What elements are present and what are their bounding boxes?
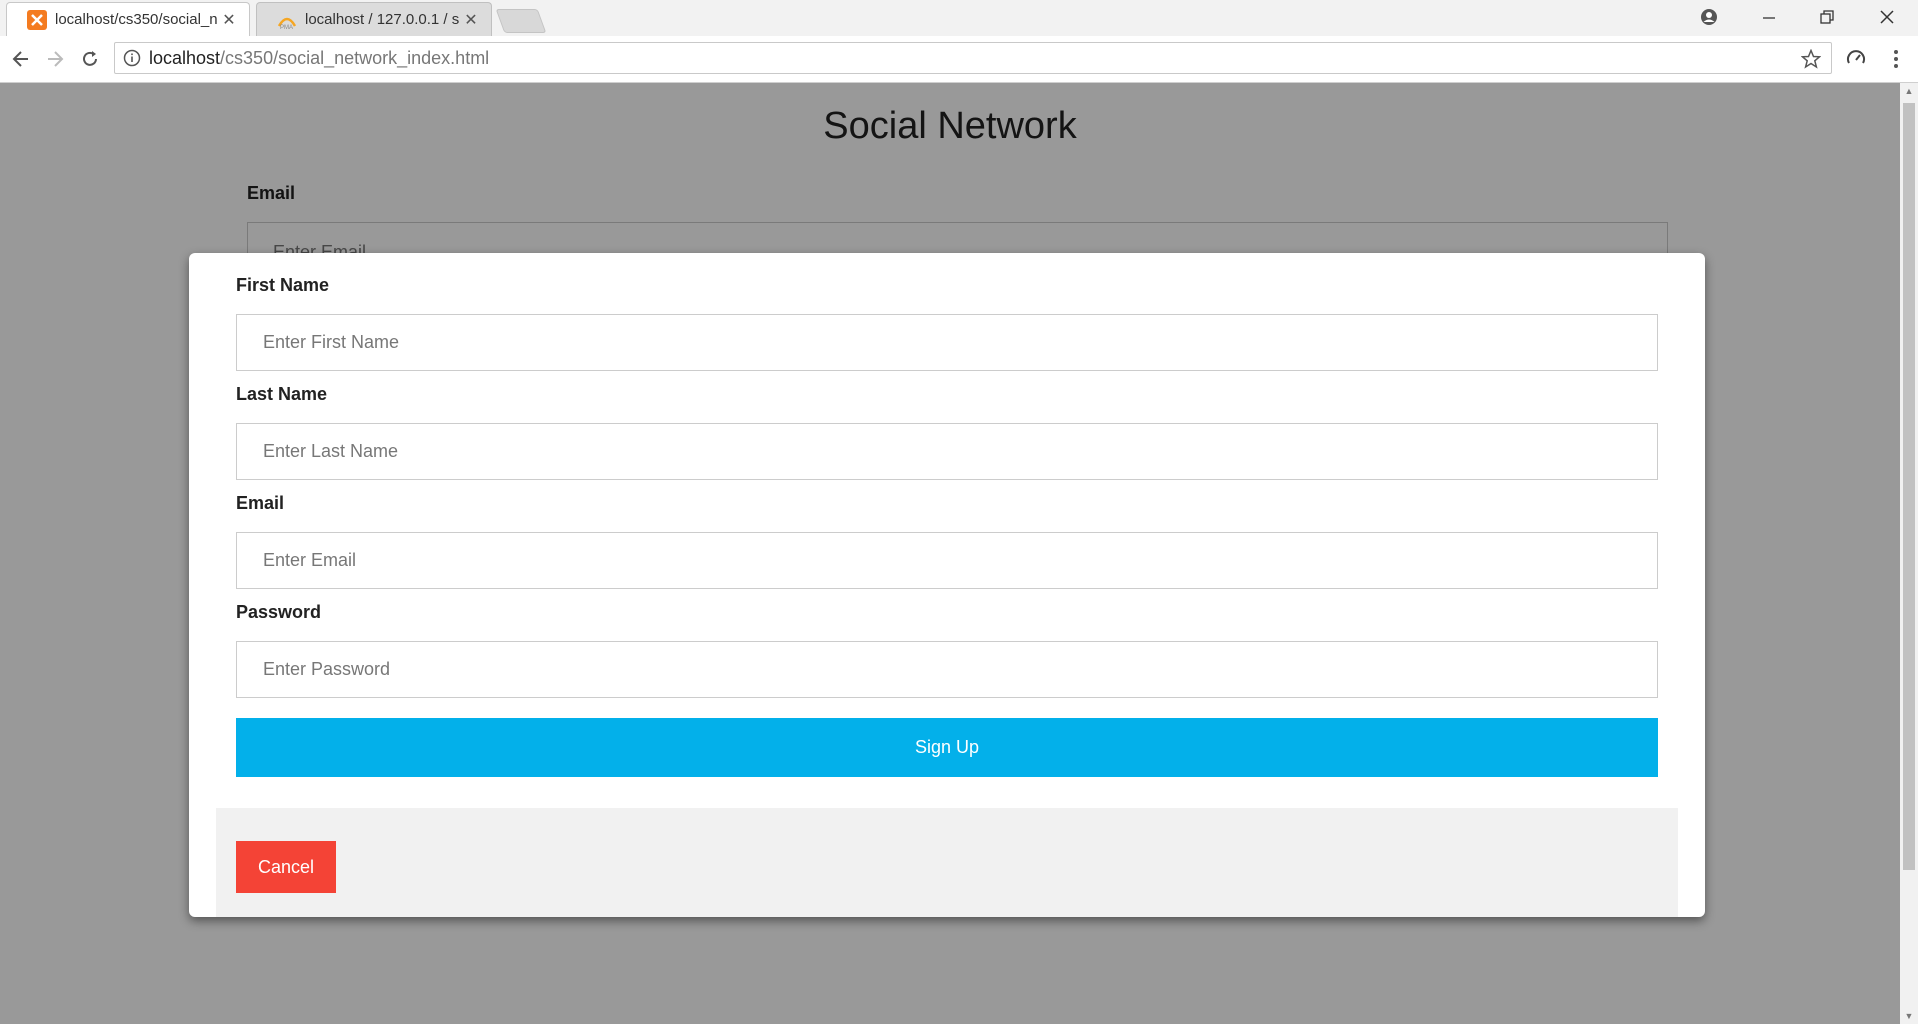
tab-title: localhost / 127.0.0.1 / social [305, 11, 459, 28]
menu-kebab-icon[interactable] [1883, 46, 1909, 72]
email-label: Email [236, 493, 285, 513]
browser-tab-active[interactable]: localhost/cs350/social_network_index.htm… [6, 2, 250, 36]
scroll-thumb[interactable] [1903, 103, 1915, 870]
extension-gauge-icon[interactable] [1843, 46, 1869, 72]
info-icon[interactable] [123, 49, 141, 67]
forward-icon[interactable] [42, 46, 68, 72]
sign-up-button[interactable]: Sign Up [236, 718, 1658, 777]
address-bar[interactable]: localhost/cs350/social_network_index.htm… [114, 42, 1832, 74]
minimize-icon[interactable] [1740, 0, 1798, 34]
profile-icon[interactable] [1680, 0, 1738, 34]
xampp-icon [27, 9, 47, 30]
scroll-down-arrow-icon[interactable]: ▼ [1900, 1008, 1918, 1024]
url-path: /cs350/social_network_index.html [220, 47, 490, 68]
last-name-label: Last Name [236, 384, 328, 404]
page-viewport: Social Network Email Enter Email First N… [0, 83, 1900, 1024]
restore-icon[interactable] [1798, 0, 1856, 34]
close-tab-icon[interactable]: ✕ [217, 10, 241, 30]
close-window-icon[interactable] [1858, 0, 1916, 34]
reload-icon[interactable] [77, 46, 103, 72]
close-tab-icon[interactable]: ✕ [459, 10, 483, 30]
browser-toolbar: localhost/cs350/social_network_index.htm… [0, 36, 1918, 83]
bookmark-star-icon[interactable] [1801, 49, 1821, 69]
browser-tab-inactive[interactable]: PMA localhost / 127.0.0.1 / social ✕ [256, 2, 492, 36]
modal-footer: Cancel [216, 808, 1678, 917]
browser-tabstrip: localhost/cs350/social_network_index.htm… [0, 0, 1918, 36]
last-name-input[interactable] [236, 423, 1658, 480]
password-label: Password [236, 602, 322, 622]
phpmyadmin-icon: PMA [277, 17, 297, 30]
signup-modal: First Name Last Name Email Password Sign… [189, 253, 1705, 917]
scroll-up-arrow-icon[interactable]: ▲ [1900, 83, 1918, 99]
tab-title: localhost/cs350/social_network_index.htm… [55, 11, 217, 28]
new-tab-button[interactable] [495, 9, 547, 33]
first-name-input[interactable] [236, 314, 1658, 371]
svg-text:PMA: PMA [280, 25, 293, 30]
cancel-button[interactable]: Cancel [236, 841, 336, 893]
url-host: localhost [149, 47, 221, 68]
password-input[interactable] [236, 641, 1658, 698]
page-scrollbar[interactable]: ▲ ▼ [1900, 83, 1918, 1024]
first-name-label: First Name [236, 275, 330, 295]
email-input[interactable] [236, 532, 1658, 589]
back-icon[interactable] [8, 46, 34, 72]
